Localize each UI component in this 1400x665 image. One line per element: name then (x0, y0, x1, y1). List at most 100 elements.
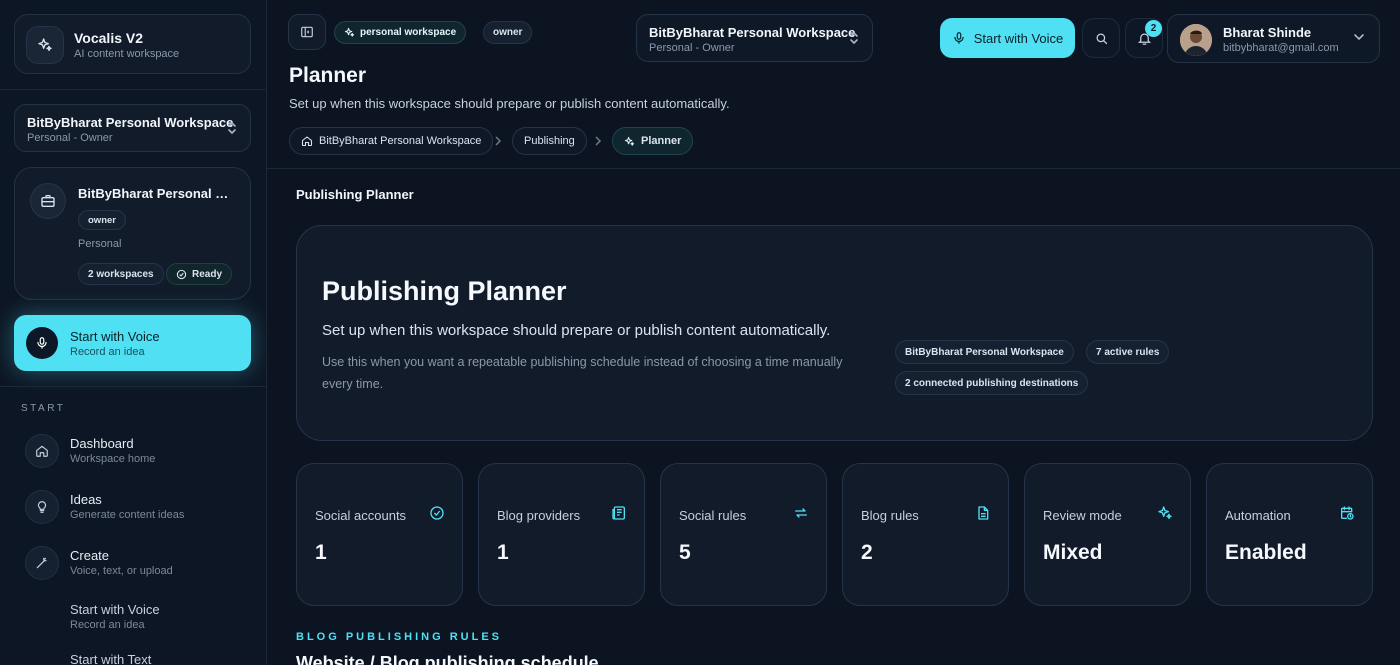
check-circle-icon (176, 269, 187, 279)
sidebar-toggle-icon (301, 26, 313, 38)
role-pill: owner (483, 21, 533, 44)
sidebar-item-ideas[interactable]: Ideas Generate content ideas (25, 487, 255, 527)
calendar-clock-icon (1339, 505, 1355, 521)
stat-value: 5 (679, 541, 691, 564)
stat-value: 2 (861, 541, 873, 564)
breadcrumb-item-planner[interactable]: Planner (612, 127, 694, 155)
sparkles-icon (344, 27, 355, 37)
sidebar-item-start-voice[interactable]: Start with Voice Record an idea (25, 597, 255, 637)
search-button[interactable] (1082, 18, 1120, 58)
status-badge: Ready (166, 263, 233, 285)
sidebar-item-label: Start with Voice (70, 602, 160, 617)
chevron-updown-icon (848, 31, 860, 45)
breadcrumb-item-workspace[interactable]: BitByBharat Personal Workspace (289, 127, 494, 155)
user-name: Bharat Shinde (1223, 25, 1312, 40)
user-menu[interactable]: Bharat Shinde bitbybharat@gmail.com (1167, 14, 1380, 63)
stat-card-automation: Automation Enabled (1206, 463, 1373, 606)
planner-hero-card: Publishing Planner Set up when this work… (296, 225, 1373, 441)
brand-subtitle: AI content workspace (74, 48, 180, 60)
breadcrumb-item-publishing[interactable]: Publishing (512, 127, 587, 155)
lightbulb-icon (25, 490, 59, 524)
workspace-switcher-meta: Personal - Owner (649, 42, 735, 54)
brand-card[interactable]: Vocalis V2 AI content workspace (14, 14, 251, 74)
stat-card-review-mode: Review mode Mixed (1024, 463, 1191, 606)
sparkles-icon (1157, 505, 1173, 521)
voice-cta-title: Start with Voice (70, 329, 160, 344)
section-title: Publishing Planner (296, 187, 414, 202)
active-rules-pill: 7 active rules (1086, 340, 1170, 364)
workspace-select[interactable]: BitByBharat Personal Workspace Personal … (14, 104, 251, 152)
stat-label: Social accounts (315, 508, 407, 523)
sparkles-icon (26, 26, 64, 64)
workspace-switcher[interactable]: BitByBharat Personal Workspace Personal … (636, 14, 873, 62)
divider (267, 168, 1400, 169)
sidebar-item-sublabel: Workspace home (70, 453, 156, 465)
newspaper-icon (611, 505, 627, 521)
sidebar-item-label: Dashboard (70, 436, 134, 451)
destinations-pill: 2 connected publishing destinations (895, 371, 1089, 395)
sidebar-item-sublabel: Record an idea (70, 619, 145, 631)
breadcrumb-label: Publishing (524, 135, 575, 147)
hero-subtitle: Set up when this workspace should prepar… (322, 322, 831, 339)
sidebar-item-sublabel: Voice, text, or upload (70, 565, 173, 577)
stat-label: Blog providers (497, 508, 581, 523)
section-label: START (21, 403, 66, 414)
home-icon (301, 136, 313, 147)
hero-title: Publishing Planner (322, 276, 567, 306)
breadcrumb-label: Planner (641, 135, 682, 147)
sidebar-item-dashboard[interactable]: Dashboard Workspace home (25, 431, 255, 471)
page-subtitle: Set up when this workspace should prepar… (289, 96, 730, 111)
hero-description: Use this when you want a repeatable publ… (322, 355, 843, 391)
user-email: bitbybharat@gmail.com (1223, 42, 1339, 54)
workspace-type-pill: personal workspace (334, 21, 467, 44)
header-start-voice-button[interactable]: Start with Voice (940, 18, 1075, 58)
workspace-type: Personal (78, 238, 122, 250)
stat-label: Social rules (679, 508, 747, 523)
toggle-sidebar-button[interactable] (288, 14, 326, 50)
workspace-switcher-name: BitByBharat Personal Workspace (649, 25, 856, 40)
sidebar-item-start-text[interactable]: Start with Text (25, 647, 255, 665)
briefcase-icon (30, 183, 66, 219)
stat-card-social-accounts: Social accounts 1 (296, 463, 463, 606)
search-icon (1096, 33, 1107, 44)
workspace-pill: BitByBharat Personal Workspace (895, 340, 1074, 364)
microphone-icon (954, 32, 964, 44)
home-icon (25, 434, 59, 468)
breadcrumb-label: BitByBharat Personal Workspace (319, 135, 482, 147)
voice-cta-subtitle: Record an idea (70, 346, 145, 358)
stat-value: Mixed (1043, 541, 1103, 564)
role-badge: owner (78, 210, 126, 230)
stat-card-blog-rules: Blog rules 2 (842, 463, 1009, 606)
rules-section-label: BLOG PUBLISHING RULES (296, 631, 503, 643)
sidebar-start-voice-button[interactable]: Start with Voice Record an idea (14, 315, 251, 371)
sidebar-item-label: Ideas (70, 492, 102, 507)
divider (0, 89, 266, 90)
document-icon (975, 505, 991, 521)
magic-wand-icon (25, 546, 59, 580)
sidebar-item-label: Create (70, 548, 110, 563)
microphone-icon (26, 327, 58, 359)
workspace-select-meta: Personal - Owner (27, 132, 113, 144)
sparkles-icon (624, 136, 635, 146)
status-label: Ready (192, 268, 223, 280)
sidebar-item-label: Start with Text (70, 652, 152, 665)
workspace-type-label: personal workspace (360, 27, 457, 38)
brand-title: Vocalis V2 (74, 30, 144, 46)
stat-label: Automation (1225, 508, 1291, 523)
chevron-right-icon (494, 135, 502, 147)
divider (0, 386, 266, 387)
stat-value: Enabled (1225, 541, 1307, 564)
stat-label: Blog rules (861, 508, 919, 523)
check-circle-icon (429, 505, 445, 521)
page-title: Planner (289, 64, 367, 87)
rules-section-title: Website / Blog publishing schedule (296, 653, 599, 665)
sidebar: Vocalis V2 AI content workspace BitByBha… (0, 0, 267, 665)
repeat-icon (793, 505, 809, 521)
chevron-right-icon (594, 135, 602, 147)
chevron-updown-icon (226, 121, 238, 135)
workspace-count-badge: 2 workspaces (78, 263, 164, 285)
sidebar-item-create[interactable]: Create Voice, text, or upload (25, 543, 255, 583)
stat-value: 1 (315, 541, 327, 564)
avatar (1180, 24, 1212, 56)
workspace-card-name: BitByBharat Personal Wo... (78, 186, 238, 201)
